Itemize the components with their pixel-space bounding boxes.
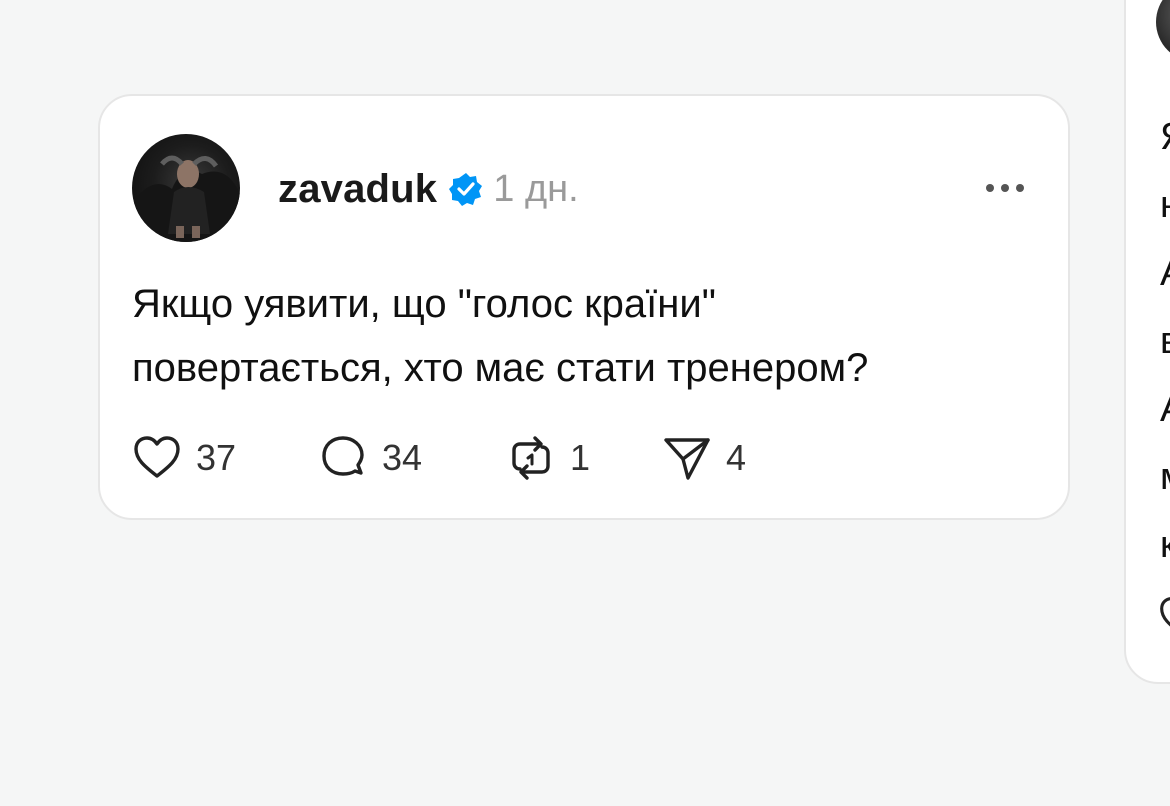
- post-text: Якщо уявити, що "голос країни" повертаєт…: [132, 272, 1032, 400]
- comment-icon: [322, 436, 364, 476]
- post-text-line: Якщо уявити, що "голос країни": [132, 282, 716, 326]
- post-card[interactable]: zavaduk 1 дн. Якщо уявити, що "голос кра…: [98, 94, 1070, 520]
- post-time[interactable]: 1 дн.: [493, 168, 578, 211]
- reply-button[interactable]: 34: [318, 433, 506, 483]
- repost-button[interactable]: 1: [506, 433, 662, 483]
- heart-icon: [134, 436, 180, 478]
- next-post-text: А: [1160, 252, 1170, 295]
- next-post-text: в: [1160, 320, 1170, 363]
- username[interactable]: zavaduk: [278, 167, 437, 212]
- reply-count: 34: [382, 437, 423, 478]
- feed-page: zavaduk 1 дн. Якщо уявити, що "голос кра…: [0, 0, 1170, 806]
- share-button[interactable]: 4: [662, 433, 772, 483]
- next-post-text: н: [1160, 184, 1170, 227]
- more-icon[interactable]: [984, 178, 1026, 198]
- like-count: 37: [196, 437, 237, 478]
- avatar[interactable]: [132, 134, 240, 242]
- next-post-text: м: [1160, 456, 1170, 499]
- like-button[interactable]: 37: [132, 433, 318, 483]
- next-post-text: Я: [1160, 116, 1170, 159]
- next-post-text: А: [1160, 388, 1170, 431]
- repost-icon: [512, 436, 550, 480]
- post-actions: 37 34 1 4: [132, 430, 772, 486]
- verified-badge-icon: [449, 172, 483, 206]
- avatar[interactable]: [1156, 0, 1170, 62]
- repost-count: 1: [570, 437, 591, 478]
- share-count: 4: [726, 437, 747, 478]
- avatar-photo: [132, 155, 240, 242]
- next-post-text: к: [1160, 524, 1170, 567]
- send-icon: [664, 438, 710, 480]
- next-post-card[interactable]: Я н А в А м к: [1124, 0, 1170, 684]
- heart-icon[interactable]: [1158, 594, 1170, 640]
- post-text-line: повертається, хто має стати тренером?: [132, 346, 869, 390]
- post-header: zavaduk 1 дн.: [278, 162, 579, 216]
